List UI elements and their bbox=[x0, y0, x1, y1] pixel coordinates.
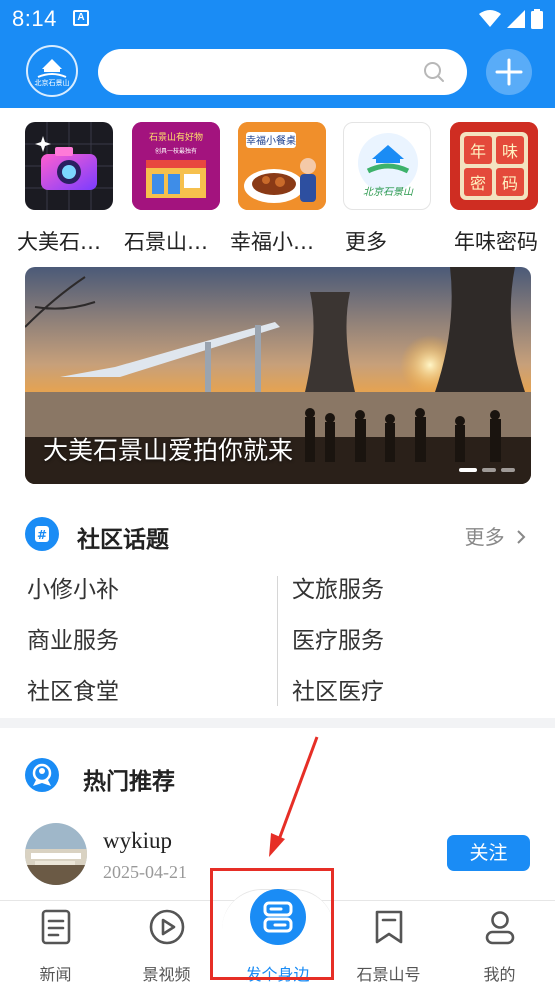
banner-dot[interactable] bbox=[482, 468, 496, 472]
hot-recommend-title: 热门推荐 bbox=[83, 769, 175, 795]
more-label: 更多 bbox=[464, 525, 505, 549]
banner-dot[interactable] bbox=[501, 468, 515, 472]
chevron-right-icon bbox=[517, 530, 526, 544]
shortcut-art-char: 密 bbox=[470, 174, 486, 193]
shortcut-new-year-icon: 年 味 密 码 bbox=[450, 122, 538, 210]
topic-canteen[interactable]: 社区食堂 bbox=[27, 672, 119, 706]
news-icon bbox=[41, 909, 71, 945]
app-header: 8:14 A 北京石景山 bbox=[0, 0, 555, 108]
shortcut-art-subtext: 创具一枝最独有 bbox=[155, 147, 197, 155]
tab-label: 我的 bbox=[483, 965, 516, 982]
hashtag-icon: # bbox=[25, 517, 59, 551]
search-input[interactable] bbox=[118, 57, 408, 87]
logo-text: 北京石景山 bbox=[35, 78, 70, 87]
banner-pagination bbox=[459, 468, 515, 472]
banner-dot[interactable] bbox=[459, 468, 477, 472]
section-divider bbox=[0, 718, 555, 728]
tab-news[interactable]: 新闻 bbox=[0, 901, 111, 982]
community-topics: 小修小补 商业服务 社区食堂 文旅服务 医疗服务 社区医疗 bbox=[0, 568, 555, 708]
app-logo[interactable]: 北京石景山 bbox=[26, 45, 78, 97]
shortcut-happy-table-icon: 幸福小餐桌 bbox=[238, 122, 326, 210]
shortcut-label: 年味密码 bbox=[454, 230, 538, 254]
video-icon bbox=[149, 909, 185, 945]
bookmark-icon bbox=[375, 910, 403, 944]
promo-banner[interactable]: 大美石景山爱拍你就来 bbox=[25, 267, 531, 484]
shortcut-art-text: 北京石景山 bbox=[363, 186, 414, 198]
status-bar: 8:14 A bbox=[0, 0, 555, 38]
search-icon[interactable] bbox=[423, 61, 445, 83]
shortcut-photo-contest-icon bbox=[25, 122, 113, 210]
tab-video[interactable]: 景视频 bbox=[111, 901, 222, 982]
tab-label: 石景山号 bbox=[356, 965, 421, 982]
annotation-arrow bbox=[269, 736, 319, 857]
banner-caption: 大美石景山爱拍你就来 bbox=[43, 436, 294, 465]
signal-icon bbox=[507, 10, 525, 28]
svg-text:#: # bbox=[37, 528, 47, 542]
shortcut-art-text: 石景山有好物 bbox=[149, 131, 203, 143]
hot-recommend-icon bbox=[25, 758, 59, 792]
tab-label: 新闻 bbox=[39, 965, 72, 982]
notification-icon: A bbox=[73, 10, 89, 26]
shortcut-art-char: 码 bbox=[502, 174, 518, 193]
shortcut-art-text: 幸福小餐桌 bbox=[246, 134, 296, 147]
status-icons bbox=[479, 8, 543, 30]
community-title: 社区话题 bbox=[77, 527, 169, 553]
avatar[interactable] bbox=[25, 823, 87, 885]
shortcut-label: 大美石… bbox=[17, 230, 101, 254]
topic-repairs[interactable]: 小修小补 bbox=[27, 570, 119, 604]
annotation-highlight-box bbox=[210, 868, 334, 980]
shortcut-label: 石景山… bbox=[124, 230, 208, 254]
shortcut-local-goods-icon: 石景山有好物 创具一枝最独有 bbox=[132, 122, 220, 210]
tab-label: 景视频 bbox=[142, 965, 191, 982]
topics-divider bbox=[277, 576, 278, 706]
shortcut-art-char: 年 bbox=[470, 142, 486, 161]
topic-community-medical[interactable]: 社区医疗 bbox=[292, 672, 384, 706]
shortcut-label: 幸福小… bbox=[230, 230, 314, 254]
status-time: 8:14 bbox=[12, 6, 57, 31]
profile-icon bbox=[485, 911, 515, 945]
post-date: 2025-04-21 bbox=[103, 862, 187, 882]
search-bar[interactable] bbox=[98, 49, 467, 95]
shortcut-label: 更多 bbox=[345, 230, 387, 254]
community-more-link[interactable]: 更多 bbox=[465, 521, 527, 550]
follow-button[interactable]: 关注 bbox=[447, 835, 530, 871]
topic-medical-service[interactable]: 医疗服务 bbox=[292, 621, 384, 655]
username: wykiup bbox=[103, 828, 172, 853]
shortcut-art-char: 味 bbox=[502, 142, 518, 161]
tab-profile[interactable]: 我的 bbox=[444, 901, 555, 982]
community-section-header: # 社区话题 更多 bbox=[0, 515, 555, 555]
tab-shijingshan-account[interactable]: 石景山号 bbox=[333, 901, 444, 982]
topic-business[interactable]: 商业服务 bbox=[27, 621, 119, 655]
battery-icon bbox=[531, 9, 543, 29]
topic-culture-travel[interactable]: 文旅服务 bbox=[292, 570, 384, 604]
wifi-icon bbox=[479, 10, 501, 27]
add-button[interactable] bbox=[486, 49, 532, 95]
shortcut-more-icon: 北京石景山 bbox=[343, 122, 431, 210]
plus-icon bbox=[495, 58, 523, 86]
logo-mark-icon: 北京石景山 bbox=[30, 49, 74, 93]
shortcut-grid: 大美石… 石景山有好物 创具一枝最独有 石景山… 幸福小餐桌 幸福小… 北京石景… bbox=[0, 122, 555, 254]
